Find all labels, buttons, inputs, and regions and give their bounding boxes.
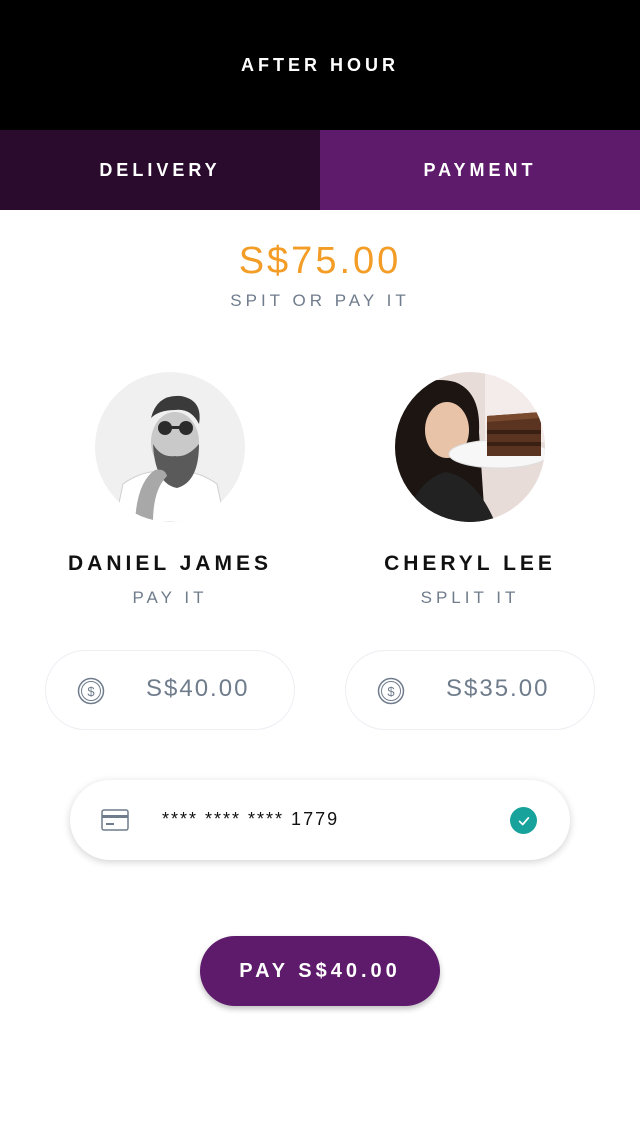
checkmark-icon <box>510 807 537 834</box>
app-title: AFTER HOUR <box>241 54 399 75</box>
amount-value: S$35.00 <box>446 675 550 702</box>
person-payment-mode[interactable]: SPLIT IT <box>320 588 620 608</box>
person-payment-mode[interactable]: PAY IT <box>20 588 320 608</box>
avatar-daniel[interactable] <box>95 372 245 522</box>
avatar-cheryl[interactable] <box>395 372 545 522</box>
tab-bar: DELIVERY PAYMENT <box>0 130 640 210</box>
payment-card-selector[interactable]: **** **** **** 1779 <box>70 780 570 860</box>
pay-button[interactable]: PAY S$40.00 <box>200 936 440 1006</box>
tab-payment-label: PAYMENT <box>423 159 537 180</box>
person-name: CHERYL LEE <box>384 552 556 575</box>
total-subtitle: SPIT OR PAY IT <box>230 291 410 310</box>
person-name: DANIEL JAMES <box>68 552 272 575</box>
amount-field-cheryl[interactable]: $ S$35.00 <box>345 650 595 730</box>
tab-payment[interactable]: PAYMENT <box>320 130 640 210</box>
tab-delivery[interactable]: DELIVERY <box>0 130 320 210</box>
dollar-coin-icon: $ <box>77 677 105 705</box>
amount-field-daniel[interactable]: $ S$40.00 <box>45 650 295 730</box>
amount-value: S$40.00 <box>146 675 250 702</box>
card-number: **** **** **** 1779 <box>162 809 340 829</box>
svg-text:$: $ <box>87 684 95 699</box>
dollar-coin-icon: $ <box>377 677 405 705</box>
credit-card-icon <box>101 809 129 831</box>
person-card-daniel: DANIEL JAMES PAY IT <box>20 372 320 608</box>
total-amount: S$75.00 <box>238 240 402 282</box>
tab-delivery-label: DELIVERY <box>99 159 221 180</box>
svg-text:$: $ <box>387 684 395 699</box>
person-card-cheryl: CHERYL LEE SPLIT IT <box>320 372 620 608</box>
app-header: AFTER HOUR <box>0 0 640 130</box>
